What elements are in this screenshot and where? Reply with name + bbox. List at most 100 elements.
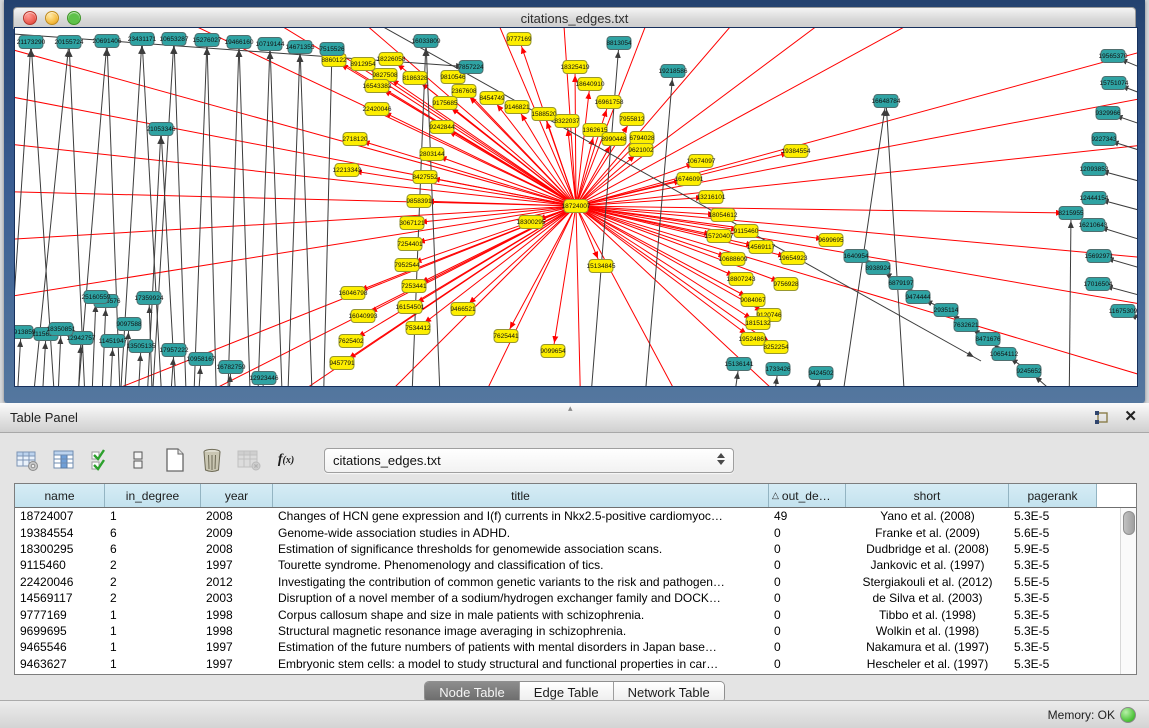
graph-node[interactable]: 2718120 <box>342 133 368 146</box>
table-row[interactable]: 1830029562008Estimation of significance … <box>15 541 1121 557</box>
graph-node[interactable]: 8322037 <box>554 115 580 128</box>
minimize-window-icon[interactable] <box>45 11 59 25</box>
scrollbar-thumb[interactable] <box>1123 511 1135 535</box>
graph-node[interactable]: 16040993 <box>349 310 378 323</box>
float-panel-icon[interactable] <box>1094 410 1109 425</box>
column-header-name[interactable]: name <box>15 484 105 507</box>
graph-node[interactable]: 7952544 <box>394 259 420 272</box>
graph-node[interactable]: 9245652 <box>1016 365 1042 378</box>
graph-node[interactable]: 15134845 <box>587 260 616 273</box>
graph-node[interactable]: 15136141 <box>725 358 754 371</box>
graph-node[interactable]: 18350851 <box>47 323 76 336</box>
graph-node[interactable]: 8186328 <box>402 72 428 85</box>
graph-node[interactable]: 7625441 <box>493 330 519 343</box>
panel-resize-grip[interactable]: ▴ <box>568 403 574 414</box>
graph-node[interactable]: 8454749 <box>479 92 505 105</box>
graph-node[interactable]: 11675309 <box>1109 305 1137 318</box>
graph-node[interactable]: 12923446 <box>250 372 279 385</box>
graph-node[interactable]: 16154501 <box>396 301 425 314</box>
graph-node[interactable]: 18640910 <box>576 78 605 91</box>
graph-node[interactable]: 16046798 <box>339 287 368 300</box>
graph-node[interactable]: 9466521 <box>450 303 476 316</box>
graph-node[interactable]: 7515526 <box>319 43 345 56</box>
graph-node[interactable]: 16210643 <box>1079 219 1108 232</box>
graph-node[interactable]: 18807243 <box>727 273 756 286</box>
graph-node[interactable]: 7857224 <box>458 61 484 74</box>
graph-node[interactable]: 14569117 <box>747 241 776 254</box>
table-row[interactable]: 1938455462009Genome-wide association stu… <box>15 524 1121 540</box>
graph-node[interactable]: 13216101 <box>697 191 726 204</box>
graph-node[interactable]: 20155724 <box>55 36 84 49</box>
graph-node[interactable]: 2935114 <box>934 304 959 317</box>
graph-node[interactable]: 9115460 <box>734 225 759 238</box>
graph-node[interactable]: 1815132 <box>745 317 771 330</box>
graph-node[interactable]: 9424502 <box>808 367 834 380</box>
column-visibility-icon[interactable] <box>51 447 77 473</box>
graph-node[interactable]: 19565370 <box>1099 50 1128 63</box>
graph-node[interactable]: 9084067 <box>740 294 766 307</box>
close-panel-icon[interactable]: ✕ <box>1124 408 1137 426</box>
column-header-pagerank[interactable]: pagerank <box>1009 484 1097 507</box>
graph-node[interactable]: 13913859 <box>15 326 36 339</box>
graph-node[interactable]: 15276027 <box>193 34 222 47</box>
graph-node[interactable]: 21053346 <box>147 123 176 136</box>
table-settings-icon[interactable] <box>14 447 40 473</box>
graph-node[interactable]: 13505135 <box>127 340 156 353</box>
graph-node[interactable]: 7955812 <box>619 113 645 126</box>
graph-node[interactable]: 21173290 <box>17 36 46 49</box>
graph-node[interactable]: 25160559 <box>82 291 111 304</box>
graph-node[interactable]: 8215955 <box>1058 207 1084 220</box>
graph-node[interactable]: 9227343 <box>1091 133 1117 146</box>
table-row[interactable]: 969969511998Structural magnetic resonanc… <box>15 623 1121 639</box>
graph-node[interactable]: 16648784 <box>872 95 901 108</box>
graph-node[interactable]: 2367608 <box>451 85 477 98</box>
table-row[interactable]: 2242004622012Investigating the contribut… <box>15 574 1121 590</box>
table-row[interactable]: 1872400712008Changes of HCN gene express… <box>15 508 1121 524</box>
graph-node[interactable]: 7253441 <box>401 280 427 293</box>
column-header-in_degree[interactable]: in_degree <box>105 484 201 507</box>
graph-node[interactable]: 9858391 <box>406 195 432 208</box>
graph-node[interactable]: 19384554 <box>782 145 811 158</box>
select-columns-icon[interactable] <box>88 447 114 473</box>
graph-node[interactable]: 10719144 <box>256 38 285 51</box>
table-row[interactable]: 1456911722003Disruption of a novel membe… <box>15 590 1121 606</box>
graph-node[interactable]: 19654923 <box>779 252 808 265</box>
graph-node[interactable]: 19466160 <box>225 36 254 49</box>
graph-node[interactable]: 18300295 <box>517 216 546 229</box>
graph-node[interactable]: 18054612 <box>709 209 738 222</box>
table-row[interactable]: 946554611997Estimation of the future num… <box>15 639 1121 655</box>
graph-node[interactable]: 8427552 <box>412 171 438 184</box>
graph-node[interactable]: 7632621 <box>953 319 979 332</box>
graph-node[interactable]: 9457791 <box>329 357 355 370</box>
graph-node[interactable]: 18724007 <box>562 200 591 213</box>
graph-node[interactable]: 9474444 <box>905 291 931 304</box>
graph-node[interactable]: 17359924 <box>135 292 164 305</box>
graph-node[interactable]: 8912954 <box>350 58 376 71</box>
graph-node[interactable]: 16782759 <box>217 361 246 374</box>
tab-edge-table[interactable]: Edge Table <box>520 682 614 702</box>
graph-node[interactable]: 15720407 <box>705 230 734 243</box>
column-header-short[interactable]: short <box>846 484 1009 507</box>
vertical-scrollbar[interactable] <box>1120 508 1136 674</box>
graph-node[interactable]: 6794028 <box>629 132 655 145</box>
graph-node[interactable]: 10674097 <box>687 155 716 168</box>
function-builder-icon[interactable]: f(x) <box>273 447 299 473</box>
table-row[interactable]: 911546021997Tourette syndrome. Phenomeno… <box>15 557 1121 573</box>
graph-node[interactable]: 8813054 <box>606 37 632 50</box>
graph-node[interactable]: 8252254 <box>763 341 789 354</box>
graph-node[interactable]: 1588520 <box>531 108 557 121</box>
graph-node[interactable]: 11451947 <box>99 335 128 348</box>
graph-node[interactable]: 10653287 <box>160 33 189 46</box>
graph-node[interactable]: 1733426 <box>765 363 791 376</box>
graph-node[interactable]: 10654112 <box>990 348 1019 361</box>
graph-node[interactable]: 18325419 <box>561 61 590 74</box>
graph-node[interactable]: 3067121 <box>399 217 425 230</box>
graph-node[interactable]: 16543382 <box>363 80 392 93</box>
graph-node[interactable]: 8471676 <box>975 333 1001 346</box>
graph-node[interactable]: 2803144 <box>419 148 445 161</box>
tab-node-table[interactable]: Node Table <box>425 682 520 702</box>
graph-node[interactable]: 15692971 <box>1085 250 1114 263</box>
graph-node[interactable]: 15751074 <box>1100 77 1129 90</box>
graph-node[interactable]: 17957222 <box>160 344 189 357</box>
table-row[interactable]: 946362711997Embryonic stem cells: a mode… <box>15 656 1121 672</box>
